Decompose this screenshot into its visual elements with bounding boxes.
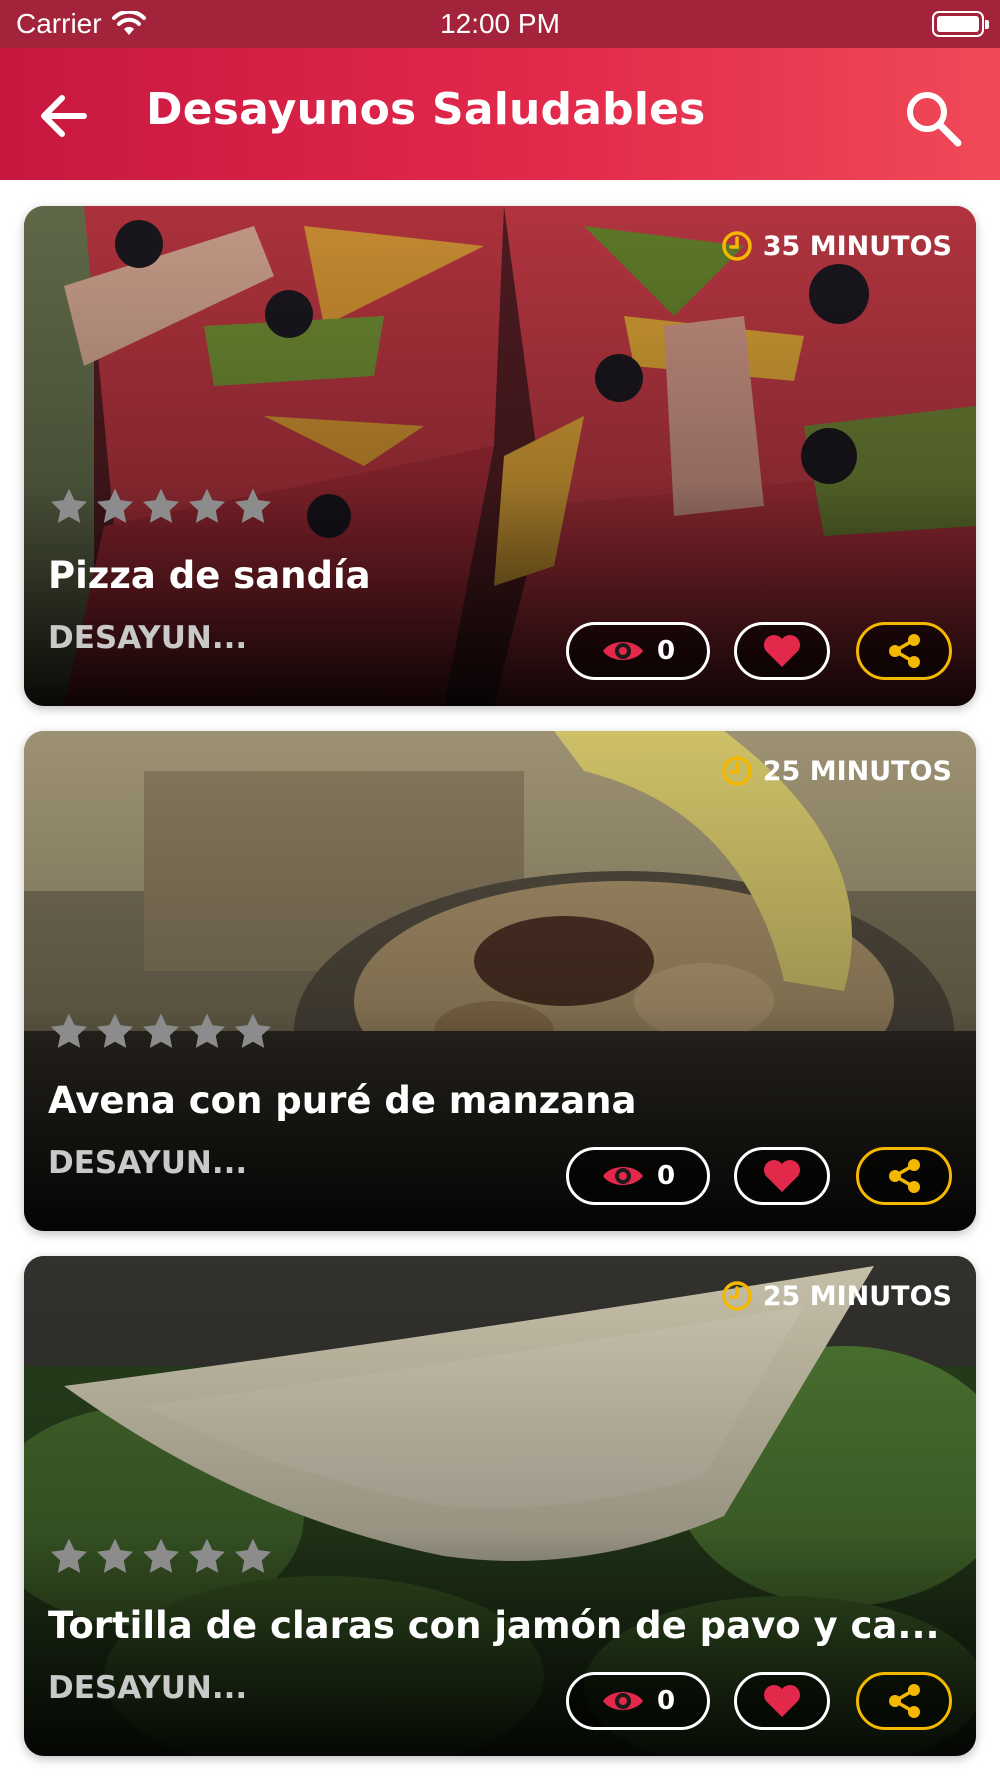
recipe-category: DESAYUN... <box>48 1670 248 1706</box>
recipe-card[interactable]: 25 MINUTOS Avena con puré de manzana DES… <box>24 731 976 1231</box>
recipe-category: DESAYUN... <box>48 620 248 656</box>
recipe-card[interactable]: 25 MINUTOS Tortilla de claras con jamón … <box>24 1256 976 1756</box>
share-button[interactable] <box>856 1672 952 1730</box>
star-icon <box>188 1538 226 1573</box>
star-icon <box>142 1013 180 1048</box>
star-icon <box>142 1538 180 1573</box>
prep-time-label: 25 MINUTOS <box>762 755 952 787</box>
like-button[interactable] <box>734 1672 830 1730</box>
search-button[interactable] <box>900 86 966 152</box>
prep-time: 25 MINUTOS <box>721 755 952 787</box>
star-icon <box>50 488 88 523</box>
arrow-left-icon <box>41 95 87 137</box>
prep-time-label: 25 MINUTOS <box>762 1280 952 1312</box>
clock-icon <box>722 231 752 261</box>
clock-icon <box>722 1281 752 1311</box>
star-icon <box>96 488 134 523</box>
share-icon <box>889 1684 920 1718</box>
clock-icon <box>722 756 752 786</box>
heart-icon <box>764 635 800 667</box>
star-icon <box>50 1013 88 1048</box>
status-bar: Carrier 12:00 PM <box>0 0 1000 48</box>
recipe-card[interactable]: 35 MINUTOS Pizza de sandía DESAYUN... 0 <box>24 206 976 706</box>
page-title: Desayunos Saludables <box>146 84 706 135</box>
share-button[interactable] <box>856 622 952 680</box>
star-rating <box>48 1011 274 1053</box>
star-icon <box>234 1013 272 1048</box>
star-icon <box>234 488 272 523</box>
views-count: 0 <box>656 1686 676 1716</box>
views-button[interactable]: 0 <box>566 1672 710 1730</box>
heart-icon <box>764 1160 800 1192</box>
views-button[interactable]: 0 <box>566 622 710 680</box>
star-icon <box>188 488 226 523</box>
back-button[interactable] <box>36 88 92 144</box>
wifi-icon <box>111 11 146 35</box>
search-icon <box>907 92 962 147</box>
star-icon <box>142 488 180 523</box>
views-button[interactable]: 0 <box>566 1147 710 1205</box>
like-button[interactable] <box>734 1147 830 1205</box>
eye-icon <box>602 1167 643 1185</box>
heart-icon <box>764 1685 800 1717</box>
share-icon <box>889 634 920 668</box>
star-icon <box>50 1538 88 1573</box>
share-button[interactable] <box>856 1147 952 1205</box>
views-count: 0 <box>656 1161 676 1191</box>
star-icon <box>188 1013 226 1048</box>
like-button[interactable] <box>734 622 830 680</box>
status-time: 12:00 PM <box>440 8 560 39</box>
eye-icon <box>602 1692 643 1710</box>
star-icon <box>96 1013 134 1048</box>
star-rating <box>48 1536 274 1578</box>
prep-time-label: 35 MINUTOS <box>762 230 952 262</box>
eye-icon <box>602 642 643 660</box>
prep-time: 35 MINUTOS <box>721 230 952 262</box>
share-icon <box>889 1159 920 1193</box>
app-header: Desayunos Saludables <box>0 48 1000 180</box>
status-left: Carrier <box>16 8 146 40</box>
recipe-title: Pizza de sandía <box>48 554 371 597</box>
views-count: 0 <box>656 636 676 666</box>
star-icon <box>96 1538 134 1573</box>
battery-icon <box>932 11 989 37</box>
recipe-title: Tortilla de claras con jamón de pavo y c… <box>48 1604 940 1647</box>
carrier-label: Carrier <box>16 8 102 39</box>
star-icon <box>234 1538 272 1573</box>
recipe-category: DESAYUN... <box>48 1145 248 1181</box>
recipe-title: Avena con puré de manzana <box>48 1079 637 1122</box>
prep-time: 25 MINUTOS <box>721 1280 952 1312</box>
star-rating <box>48 486 274 528</box>
